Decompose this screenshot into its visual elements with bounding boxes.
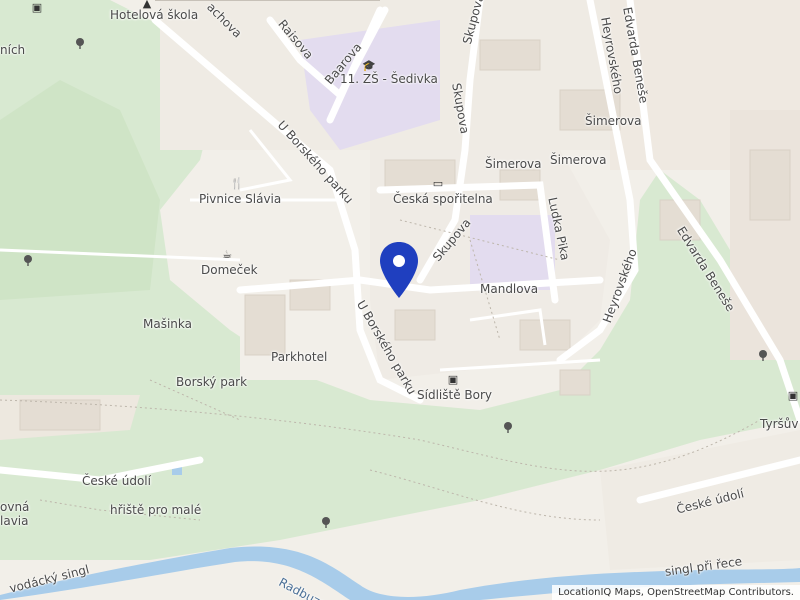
- label-left-edge-mid1: ovná: [0, 500, 30, 514]
- bus-stop-icon[interactable]: ▣: [446, 372, 460, 386]
- label-ceska-sporitelna[interactable]: Česká spořitelna: [393, 192, 493, 206]
- label-left-edge-mid2: lavia: [0, 514, 29, 528]
- label-tyrsuv: Tyršův: [760, 417, 799, 431]
- label-hriste: hřiště pro malé: [110, 503, 202, 517]
- label-pivnice-slavia[interactable]: Pivnice Slávia: [199, 192, 281, 206]
- tree-icon: [76, 38, 84, 49]
- label-parkhotel[interactable]: Parkhotel: [271, 350, 327, 364]
- street-mandlova: Mandlova: [480, 282, 539, 296]
- label-left-edge-top: ních: [0, 43, 26, 57]
- tree-icon: [504, 422, 512, 433]
- label-domecek[interactable]: Domeček: [201, 263, 258, 277]
- street-simerova-1: Šimerova: [485, 157, 542, 171]
- location-pin-icon[interactable]: [378, 240, 420, 302]
- bank-icon[interactable]: ▭: [431, 176, 445, 190]
- tree-icon: [24, 255, 32, 266]
- map-canvas[interactable]: ▣ ▲ 🎓 🍴 ☕ ▭ ▣ ▣ Hotelová škola 11. ZŠ - …: [0, 0, 800, 600]
- label-hotelova-skola[interactable]: Hotelová škola: [110, 8, 198, 22]
- label-borsky-park: Borský park: [176, 375, 248, 389]
- bus-stop-icon[interactable]: ▣: [786, 388, 800, 402]
- school-icon[interactable]: 🎓: [362, 58, 376, 72]
- bus-stop-icon[interactable]: ▣: [30, 0, 44, 14]
- label-sidliste-bory[interactable]: Sídliště Bory: [417, 388, 492, 402]
- label-ceske-udoli-left: České údolí: [82, 474, 151, 488]
- label-zs-sedivka[interactable]: 11. ZŠ - Šedivka: [340, 72, 438, 86]
- cafe-icon[interactable]: ☕: [220, 247, 234, 261]
- tree-icon: [322, 517, 330, 528]
- street-simerova-3: Šimerova: [585, 114, 642, 128]
- tree-icon: [759, 350, 767, 361]
- map-attribution[interactable]: LocationIQ Maps, OpenStreetMap Contribut…: [552, 585, 800, 600]
- label-masinka: Mašinka: [143, 317, 192, 331]
- street-simerova-2: Šimerova: [550, 153, 607, 167]
- restaurant-icon[interactable]: 🍴: [230, 176, 244, 190]
